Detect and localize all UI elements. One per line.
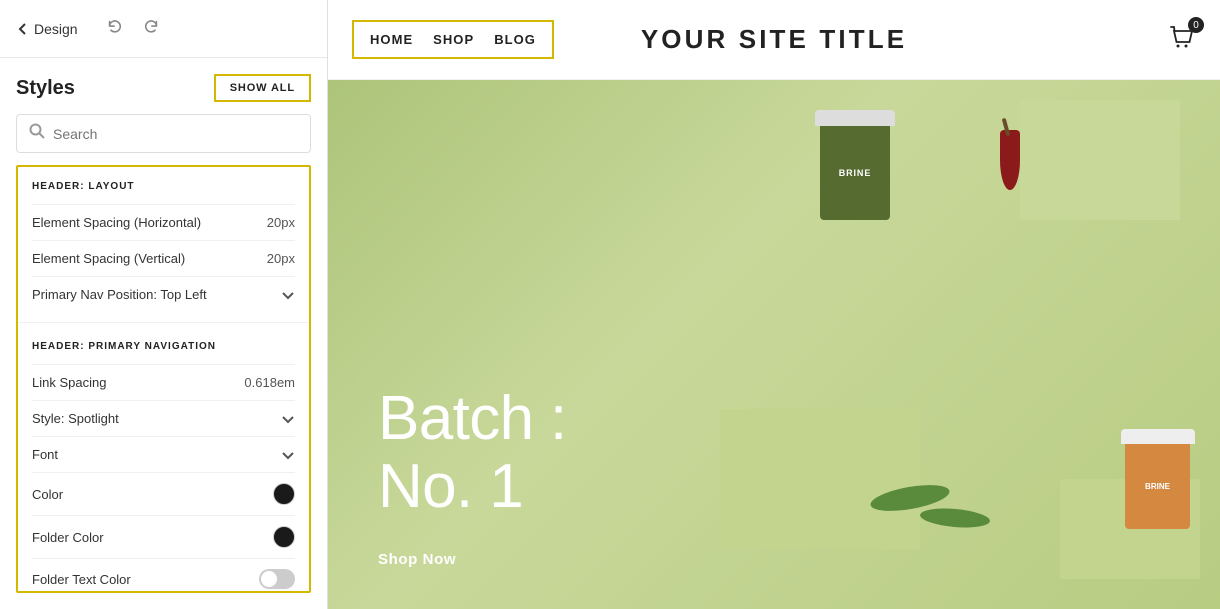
- search-icon: [29, 123, 45, 144]
- setting-value: 20px: [267, 251, 295, 266]
- setting-label: Folder Text Color: [32, 572, 131, 587]
- setting-label: Element Spacing (Horizontal): [32, 215, 201, 230]
- jar-amber: BRINE: [1125, 429, 1190, 529]
- search-box: [16, 114, 311, 153]
- header-nav-section: HEADER: PRIMARY NAVIGATION Link Spacing …: [18, 327, 309, 593]
- right-panel: HOME SHOP BLOG YOUR SITE TITLE 0: [328, 0, 1220, 609]
- setting-label: Primary Nav Position: Top Left: [32, 287, 207, 302]
- topbar: Design: [0, 0, 327, 58]
- setting-folder-text-color[interactable]: Folder Text Color: [32, 558, 295, 593]
- font-dropdown[interactable]: [281, 448, 295, 462]
- setting-style-spotlight[interactable]: Style: Spotlight: [32, 400, 295, 436]
- setting-label: Style: Spotlight: [32, 411, 119, 426]
- setting-color[interactable]: Color: [32, 472, 295, 515]
- setting-label: Link Spacing: [32, 375, 106, 390]
- redo-button[interactable]: [138, 14, 164, 43]
- jar-label: BRINE: [839, 168, 872, 178]
- setting-link-spacing: Link Spacing 0.618em: [32, 364, 295, 400]
- nav-area: HOME SHOP BLOG: [352, 20, 554, 59]
- setting-value: 0.618em: [244, 375, 295, 390]
- platform-left: [720, 409, 920, 549]
- setting-label: Element Spacing (Vertical): [32, 251, 185, 266]
- shop-now-button[interactable]: Shop Now: [378, 551, 456, 568]
- back-button[interactable]: Design: [16, 21, 78, 37]
- left-panel: Design Styles SHOW ALL: [0, 0, 328, 609]
- history-buttons: [102, 14, 164, 43]
- nav-blog[interactable]: BLOG: [494, 32, 536, 47]
- site-header: HOME SHOP BLOG YOUR SITE TITLE 0: [328, 0, 1220, 80]
- section-divider: [18, 322, 309, 323]
- hero-section: BRINE BRINE Batch : No. 1 Shop Now: [328, 80, 1220, 609]
- undo-button[interactable]: [102, 14, 128, 43]
- hero-title-line1: Batch :: [378, 385, 567, 453]
- folder-text-color-toggle[interactable]: [259, 569, 295, 589]
- setting-label: Color: [32, 487, 63, 502]
- platform-right-top: [1020, 100, 1180, 220]
- site-title: YOUR SITE TITLE: [641, 24, 907, 55]
- styles-header: Styles SHOW ALL: [0, 58, 327, 114]
- search-input[interactable]: [53, 126, 298, 142]
- jar-green: BRINE: [820, 110, 890, 220]
- cart-area[interactable]: 0: [1168, 23, 1196, 56]
- beet: [1000, 130, 1020, 190]
- styles-title: Styles: [16, 77, 75, 100]
- setting-folder-color[interactable]: Folder Color: [32, 515, 295, 558]
- back-label: Design: [34, 21, 78, 37]
- setting-value: 20px: [267, 215, 295, 230]
- color-swatch[interactable]: [273, 483, 295, 505]
- setting-nav-position[interactable]: Primary Nav Position: Top Left: [32, 276, 295, 312]
- setting-label: Font: [32, 447, 58, 462]
- nav-position-dropdown[interactable]: [281, 288, 295, 302]
- settings-panel: HEADER: LAYOUT Element Spacing (Horizont…: [16, 165, 311, 593]
- setting-element-spacing-v: Element Spacing (Vertical) 20px: [32, 240, 295, 276]
- cart-icon[interactable]: [1168, 38, 1196, 55]
- nav-shop[interactable]: SHOP: [433, 32, 474, 47]
- jar-label: BRINE: [1145, 482, 1170, 491]
- setting-element-spacing-h: Element Spacing (Horizontal) 20px: [32, 204, 295, 240]
- hero-title: Batch : No. 1: [378, 385, 567, 521]
- folder-color-swatch[interactable]: [273, 526, 295, 548]
- show-all-button[interactable]: SHOW ALL: [214, 74, 311, 102]
- setting-font[interactable]: Font: [32, 436, 295, 472]
- header-layout-section: HEADER: LAYOUT Element Spacing (Horizont…: [18, 167, 309, 318]
- header-nav-title: HEADER: PRIMARY NAVIGATION: [32, 341, 295, 352]
- header-layout-title: HEADER: LAYOUT: [32, 181, 295, 192]
- cart-badge: 0: [1188, 17, 1204, 33]
- style-dropdown[interactable]: [281, 412, 295, 426]
- setting-label: Folder Color: [32, 530, 104, 545]
- nav-home[interactable]: HOME: [370, 32, 413, 47]
- hero-content: Batch : No. 1 Shop Now: [378, 385, 567, 569]
- hero-title-line2: No. 1: [378, 453, 567, 521]
